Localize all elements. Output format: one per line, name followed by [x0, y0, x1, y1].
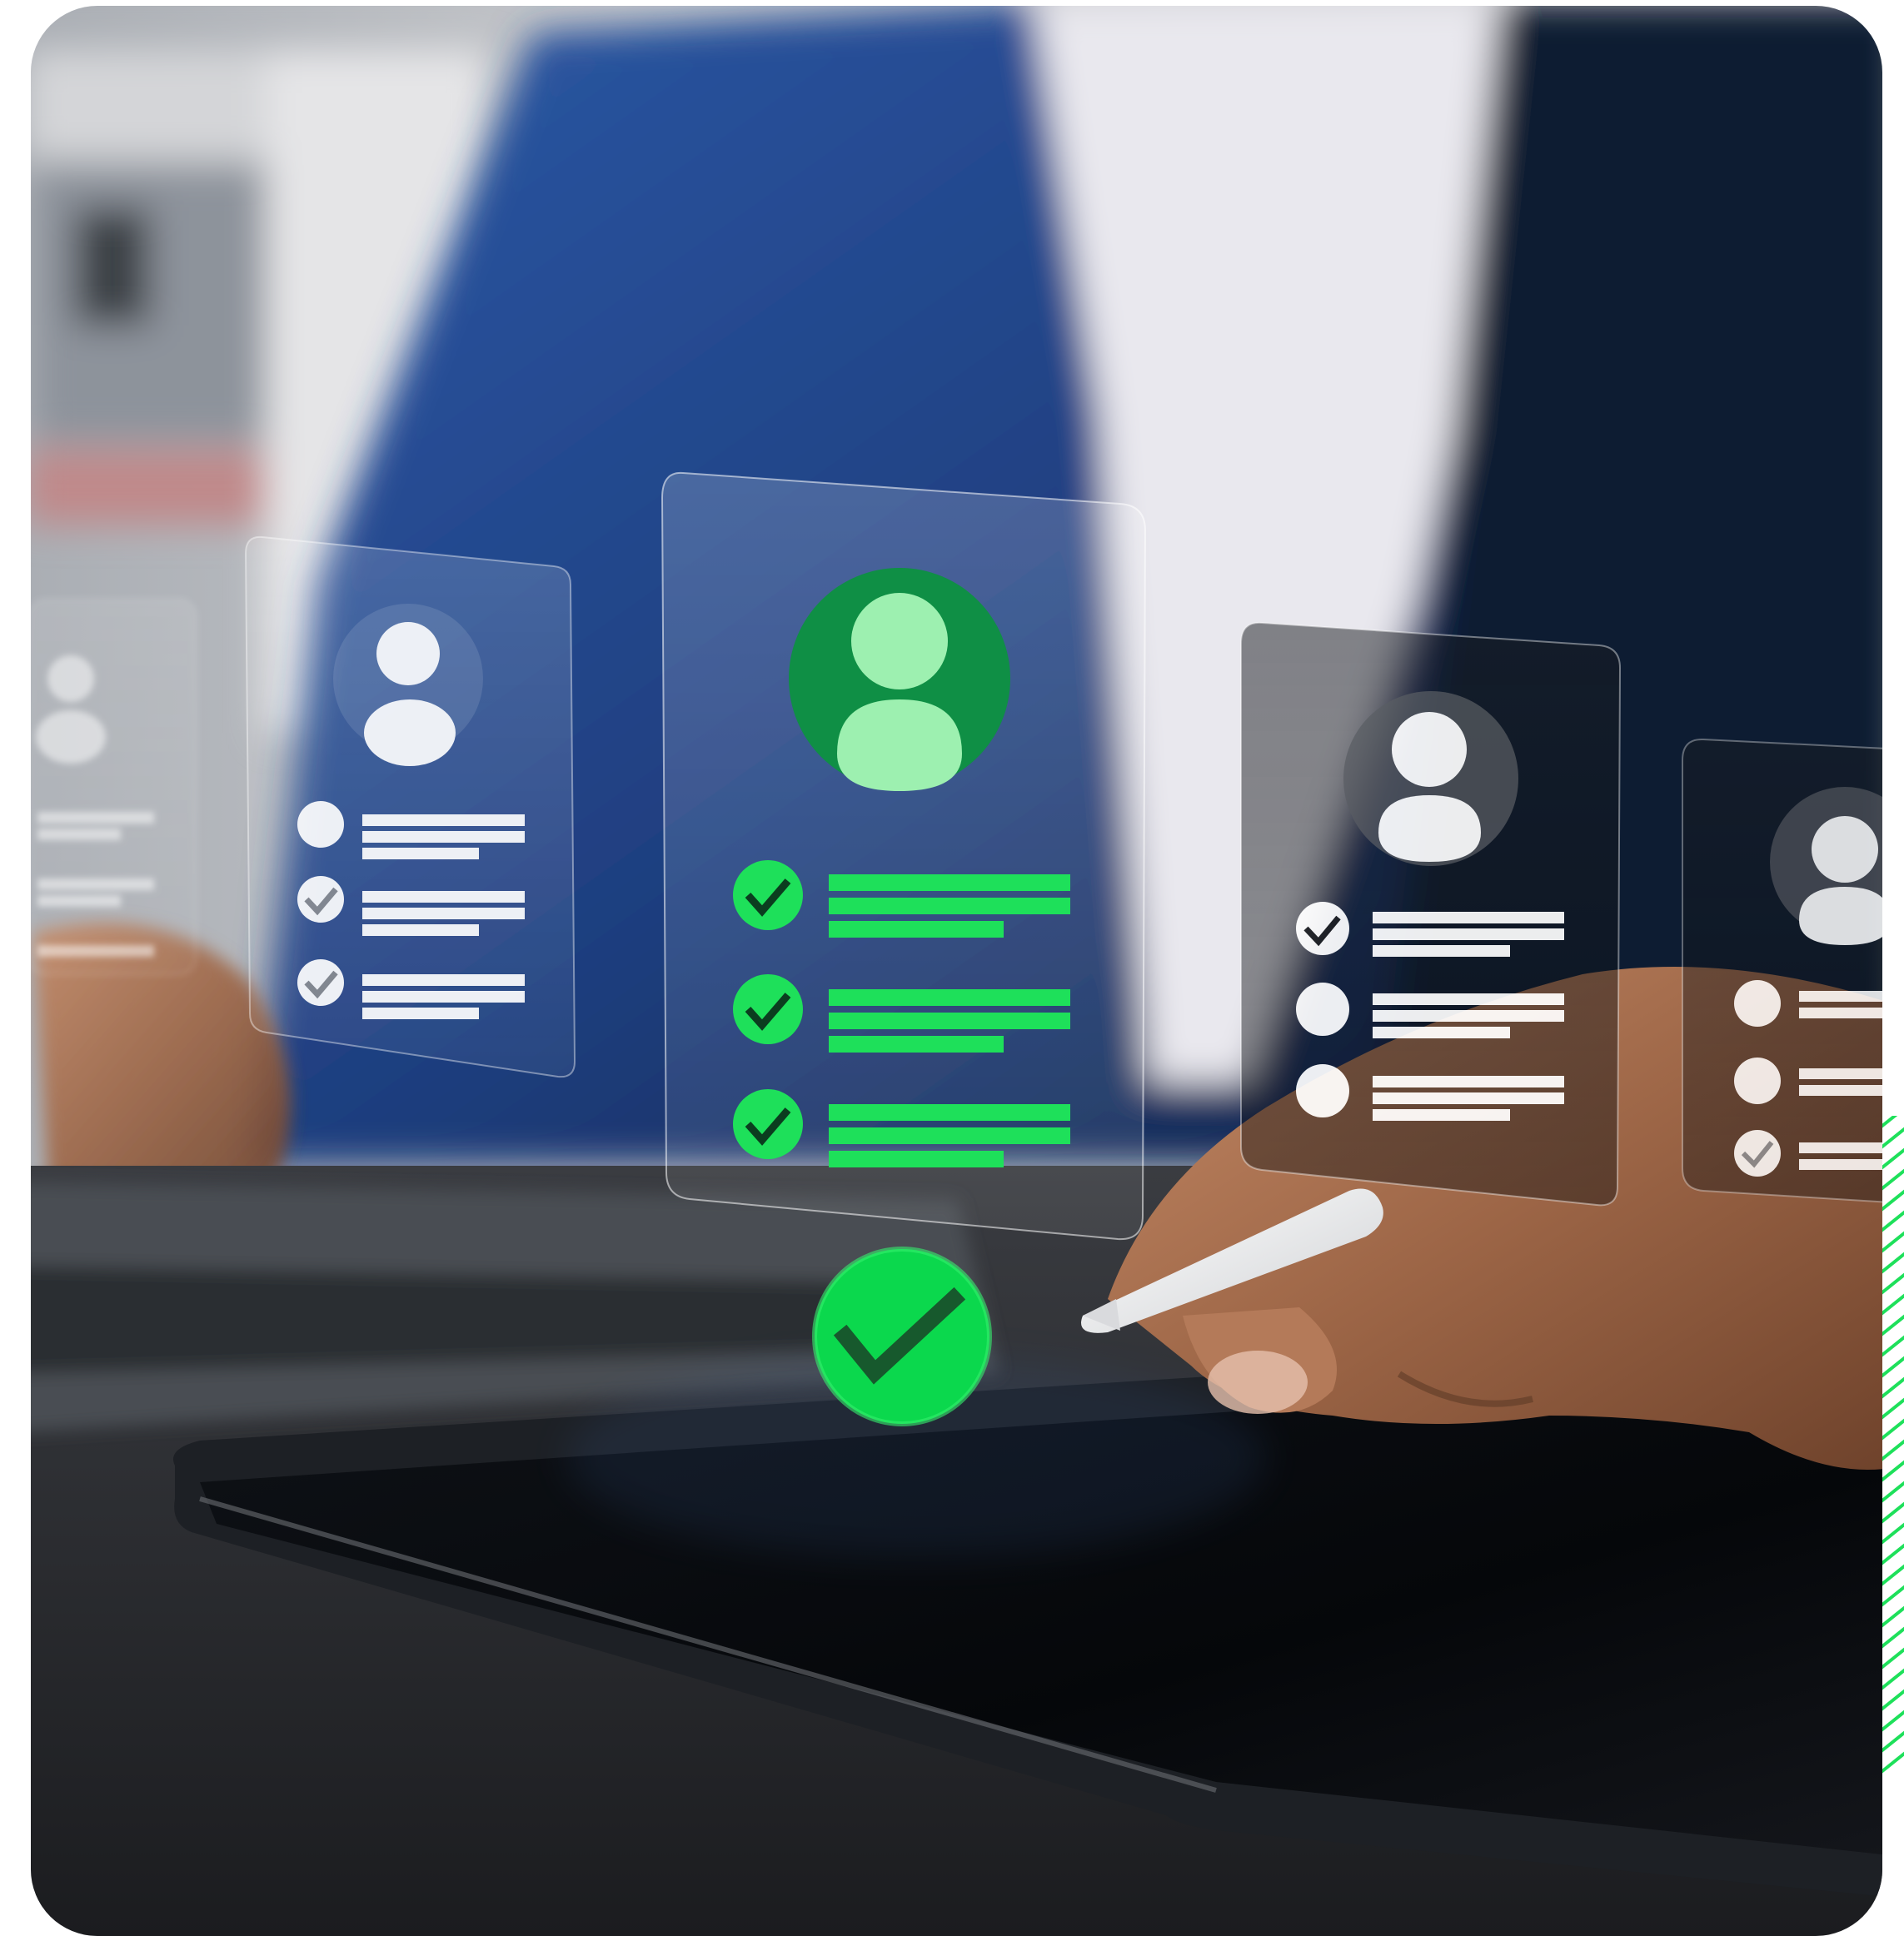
approved-check-icon	[812, 1247, 992, 1426]
check-circle-icon	[1296, 902, 1349, 955]
profile-card-far-left	[31, 599, 197, 975]
check-circle-icon	[297, 876, 344, 923]
check-circle-icon	[733, 860, 803, 930]
photo-background	[31, 6, 1882, 1936]
profile-card-far-right	[1682, 738, 1882, 1205]
check-circle-icon	[733, 1089, 803, 1159]
unchecked-circle-icon	[1296, 1064, 1349, 1117]
profile-card-selected	[660, 471, 1147, 1241]
photo-scene	[31, 6, 1904, 1936]
profile-card-right	[1240, 621, 1622, 1207]
check-circle-icon	[1734, 1130, 1781, 1177]
check-circle-icon	[733, 974, 803, 1044]
profile-card-left	[244, 535, 576, 1078]
check-circle-icon	[297, 959, 344, 1006]
unchecked-circle-icon	[1296, 983, 1349, 1036]
unchecked-circle-icon	[297, 801, 344, 848]
user-profile-icon	[789, 568, 1010, 791]
user-profile-icon	[1343, 691, 1518, 866]
